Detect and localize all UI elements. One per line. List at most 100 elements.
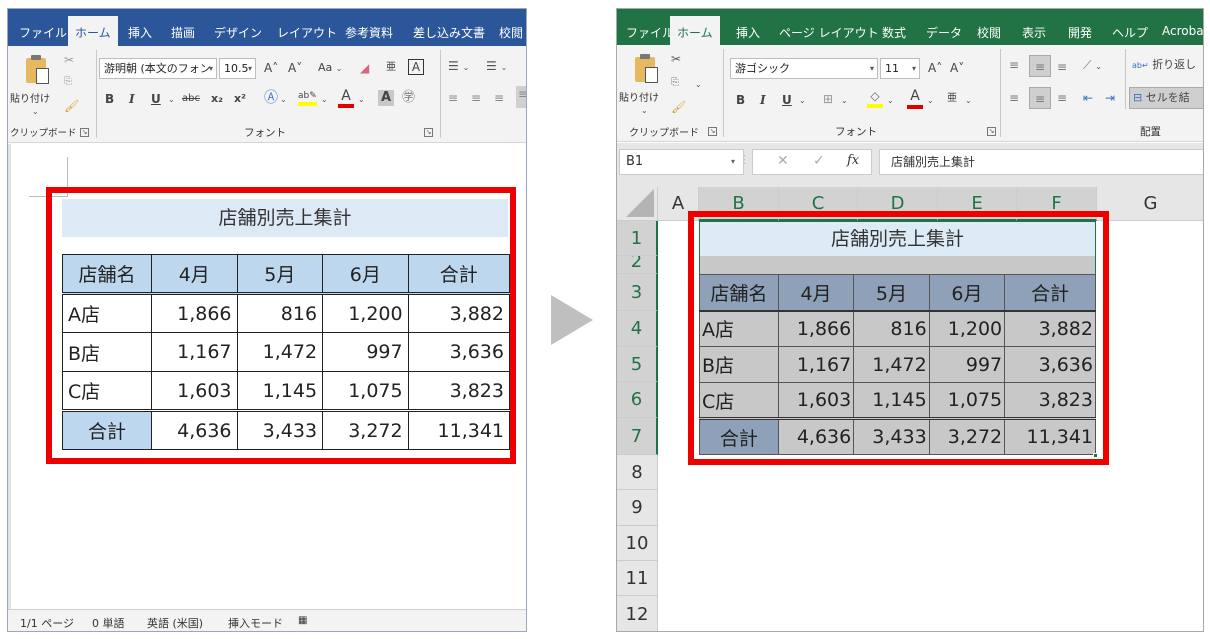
word-tab-file[interactable]: ファイル [12, 19, 74, 46]
enter-icon[interactable]: ✓ [813, 153, 825, 169]
change-case-button[interactable]: Aa ⌄ [318, 60, 342, 77]
underline-chevron-icon[interactable]: ⌄ [799, 93, 806, 109]
character-shading-icon[interactable]: A [378, 90, 394, 106]
excel-tab-home[interactable]: ホーム [670, 16, 720, 46]
grow-font-icon[interactable]: A˄ [928, 60, 942, 76]
align-middle-icon[interactable]: ≡ [1029, 55, 1051, 77]
word-count[interactable]: 0 単語 [92, 615, 125, 631]
character-border-icon[interactable]: A [408, 59, 424, 75]
insert-function-icon[interactable]: fx [847, 153, 859, 168]
excel-tab-review[interactable]: 校閲 [970, 19, 1008, 46]
word-tab-design[interactable]: デザイン [207, 19, 269, 46]
clear-formatting-icon[interactable]: ◢ [360, 60, 369, 76]
superscript-button[interactable]: x² [234, 91, 246, 107]
align-top-icon[interactable]: ≡ [1009, 57, 1019, 73]
grow-font-icon[interactable]: A˄ [264, 60, 278, 76]
format-painter-icon[interactable]: 🖌 [64, 98, 79, 114]
excel-tab-data[interactable]: データ [919, 19, 969, 46]
row-header-8[interactable]: 8 [617, 455, 658, 490]
align-center-icon[interactable]: ≡ [471, 90, 481, 106]
increase-indent-icon[interactable]: ⇥ [1105, 90, 1115, 106]
bold-button[interactable]: B [736, 92, 745, 108]
font-color-icon[interactable]: A [338, 88, 354, 108]
cancel-icon[interactable]: ✕ [777, 153, 789, 169]
row-header-1[interactable]: 1 [617, 221, 658, 256]
align-right-icon[interactable]: ≡ [494, 90, 504, 106]
align-center-icon[interactable]: ≡ [1029, 87, 1051, 109]
copy-icon[interactable]: ⎘ [671, 75, 679, 91]
excel-tab-view[interactable]: 表示 [1015, 19, 1053, 46]
fill-color-icon[interactable]: ◇ [867, 88, 883, 108]
clipboard-launcher-icon[interactable]: ↘ [80, 128, 89, 137]
row-header-3[interactable]: 3 [617, 274, 658, 311]
paste-chevron-icon[interactable]: ⌄ [32, 104, 39, 120]
excel-tab-developer[interactable]: 開発 [1061, 19, 1099, 46]
phonetic-guide-icon[interactable]: 亜 [386, 60, 396, 76]
chevron-down-icon[interactable]: ⌄ [321, 92, 328, 108]
row-header-6[interactable]: 6 [617, 382, 658, 418]
word-tab-references[interactable]: 参考資料 [338, 19, 400, 46]
italic-button[interactable]: I [129, 91, 135, 107]
word-tab-review[interactable]: 校閲 [492, 19, 526, 46]
excel-paste-label[interactable]: 貼り付け [619, 89, 659, 104]
underline-button[interactable]: U [151, 91, 161, 107]
row-header-4[interactable]: 4 [617, 311, 658, 347]
orientation-icon[interactable]: ⟋ ⌄ [1083, 57, 1102, 75]
excel-tab-insert[interactable]: 挿入 [729, 19, 767, 46]
word-font-name-select[interactable]: 游明朝 (本文のフォン ▾ [99, 58, 217, 79]
shrink-font-icon[interactable]: A˅ [950, 60, 964, 76]
select-all-button[interactable] [617, 187, 658, 221]
highlight-color-icon[interactable]: ab✎ [298, 88, 317, 106]
decrease-indent-icon[interactable]: ⇤ [1083, 90, 1093, 106]
chevron-down-icon[interactable]: ⌄ [841, 93, 848, 109]
text-effects-icon[interactable]: Ⓐ [264, 90, 278, 106]
align-bottom-icon[interactable]: ≡ [1057, 59, 1067, 75]
chevron-down-icon[interactable]: ⌄ [358, 92, 365, 108]
merge-center-button[interactable]: ⊟ セルを結 [1129, 87, 1203, 109]
enclosed-character-icon[interactable]: ㊫ [402, 90, 415, 106]
excel-font-name-select[interactable]: 游ゴシック ▾ [730, 58, 878, 79]
formula-input[interactable]: 店舗別売上集計 [879, 149, 1203, 175]
word-paste-label[interactable]: 貼り付け [10, 90, 50, 105]
row-header-12[interactable]: 12 [617, 596, 658, 631]
copy-chevron-icon[interactable]: ⌄ [695, 77, 702, 93]
row-header-11[interactable]: 11 [617, 561, 658, 596]
subscript-button[interactable]: x₂ [211, 91, 223, 107]
row-header-9[interactable]: 9 [617, 490, 658, 526]
row-header-5[interactable]: 5 [617, 347, 658, 382]
strikethrough-button[interactable]: abc [182, 91, 200, 107]
align-left-icon[interactable]: ≡ [448, 90, 458, 106]
copy-icon[interactable]: ⎘ [64, 74, 72, 90]
excel-tab-page-layout[interactable]: ページ レイアウト [772, 19, 886, 46]
cut-icon[interactable]: ✂ [671, 51, 681, 67]
chevron-down-icon[interactable]: ⌄ [280, 92, 287, 108]
word-tab-draw[interactable]: 描画 [164, 19, 202, 46]
bullets-icon[interactable]: ☰ ⌄ [448, 58, 469, 76]
page-count[interactable]: 1/1 ページ [20, 615, 74, 631]
column-header-g[interactable]: G [1097, 187, 1203, 221]
bold-button[interactable]: B [105, 91, 114, 107]
word-tab-mailings[interactable]: 差し込み文書 [406, 19, 492, 46]
excel-font-size-select[interactable]: 11 ▾ [880, 58, 920, 79]
align-left-icon[interactable]: ≡ [1009, 90, 1019, 106]
input-mode[interactable]: 挿入モード [228, 615, 283, 631]
word-font-size-select[interactable]: 10.5 ▾ [219, 58, 256, 79]
paste-chevron-icon[interactable]: ⌄ [641, 103, 648, 119]
font-color-icon[interactable]: A [907, 88, 923, 109]
borders-icon[interactable]: ⊞ [823, 91, 833, 107]
chevron-down-icon[interactable]: ⌄ [965, 93, 972, 109]
language-indicator[interactable]: 英語 (米国) [147, 615, 203, 631]
chevron-down-icon[interactable]: ⌄ [927, 93, 934, 109]
word-tab-home[interactable]: ホーム [68, 16, 118, 46]
excel-tab-formulas[interactable]: 数式 [875, 19, 913, 46]
macro-record-icon[interactable]: ▦ [298, 615, 307, 626]
align-right-icon[interactable]: ≡ [1057, 90, 1067, 106]
name-box[interactable]: B1 ▾ [619, 149, 744, 175]
shrink-font-icon[interactable]: A˅ [288, 60, 302, 76]
excel-tab-help[interactable]: ヘルプ [1105, 19, 1155, 46]
row-header-10[interactable]: 10 [617, 526, 658, 561]
row-header-7[interactable]: 7 [617, 418, 658, 455]
word-tab-insert[interactable]: 挿入 [121, 19, 159, 46]
drag-handle-icon[interactable]: ⋮ [739, 153, 750, 166]
underline-chevron-icon[interactable]: ⌄ [168, 92, 175, 108]
